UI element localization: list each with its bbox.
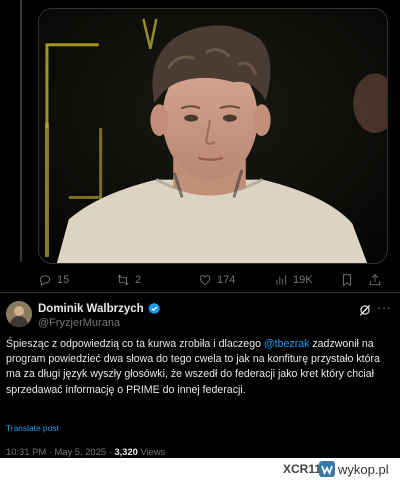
repost-icon [117,274,129,286]
verified-badge-icon [147,302,161,315]
repost-count: 2 [135,274,142,286]
thread-connector-line [20,0,22,262]
reply-button[interactable]: 15 [38,273,69,287]
translate-post-link[interactable]: Translate post [6,423,59,433]
tweet-time[interactable]: 10:31 PM [6,446,46,457]
views-button[interactable]: 19K [274,273,313,287]
tweet-views-label: Views [140,446,166,457]
reply-icon [39,275,51,287]
author-name-row: Dominik Walbrzych [38,302,161,315]
share-button[interactable] [368,273,382,287]
tweet-date[interactable]: May 5, 2025 [54,446,106,457]
tweet-media-image[interactable] [38,8,388,264]
bookmark-button[interactable] [340,273,354,287]
like-button[interactable]: 174 [198,273,235,287]
svg-text:wykop.pl: wykop.pl [337,462,389,477]
tweet-meta: 10:31 PM · May 5, 2025 · 3,320 Views [6,446,166,457]
avatar[interactable] [6,301,32,327]
bookmark-icon [343,274,351,287]
divider [0,292,400,293]
author-name[interactable]: Dominik Walbrzych [38,303,144,315]
bar-chart-icon [276,275,287,285]
mention-link[interactable]: @tbezrak [264,338,310,350]
tweet-action-bar: 15 2 174 19K [38,270,388,290]
watermark-username: XCR11 [283,462,322,476]
tweet-body: Śpiesząc z odpowiedzią co ta kurwa zrobi… [6,337,396,398]
like-count: 174 [217,274,236,286]
author-handle[interactable]: @FryzjerMurana [38,317,120,329]
avatar-image [6,301,32,327]
heart-icon [199,275,211,286]
share-icon [369,274,381,286]
views-count: 19K [293,274,313,286]
tweet-views-count: 3,320 [114,446,138,457]
repost-button[interactable]: 2 [116,273,141,287]
photo-illustration [39,9,387,263]
more-options-icon[interactable]: ··· [377,300,392,315]
wykop-logo: wykop.pl [319,461,389,477]
tweet-text-part: Śpiesząc z odpowiedzią co ta kurwa zrobi… [6,338,264,350]
reply-count: 15 [57,274,70,286]
grok-icon[interactable] [358,303,372,317]
